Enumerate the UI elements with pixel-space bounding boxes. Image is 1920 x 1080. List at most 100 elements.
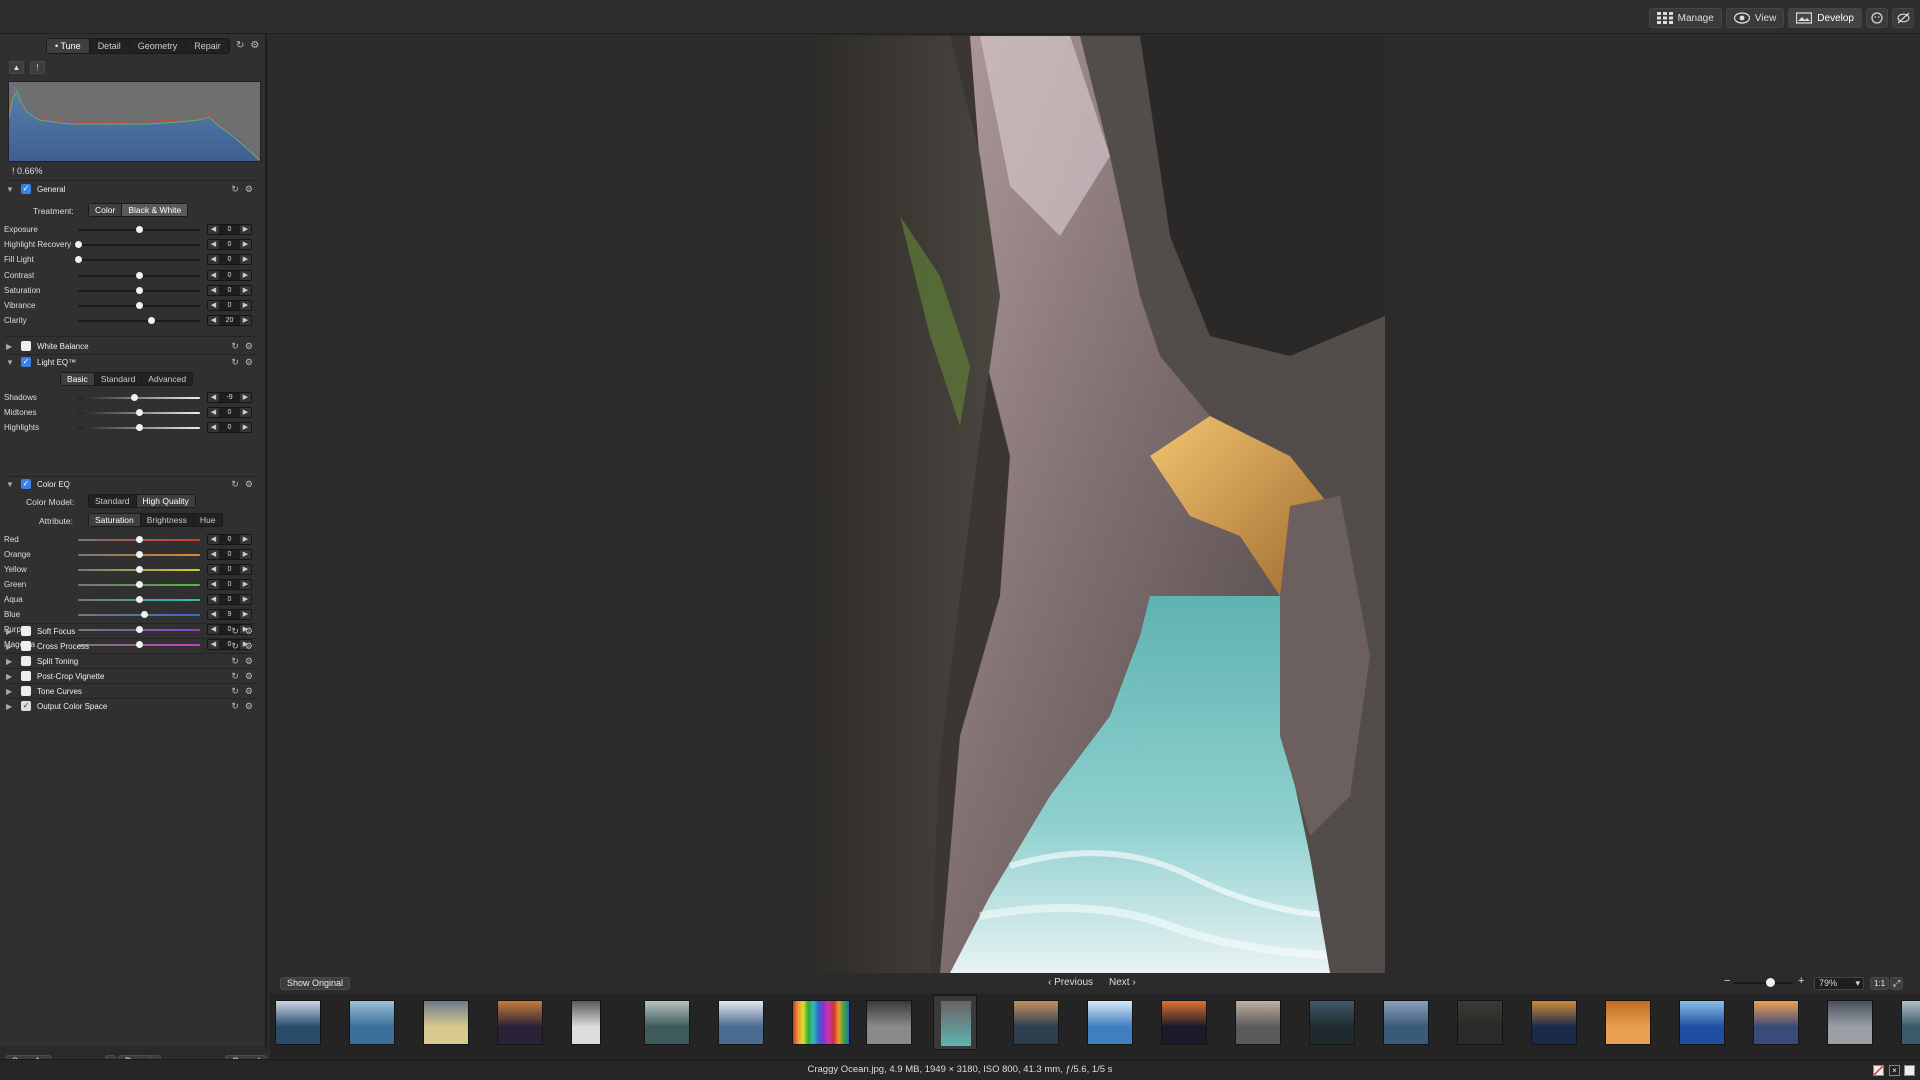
filmstrip-thumbnail[interactable] [1161,1000,1207,1045]
gear-icon[interactable]: ⚙ [245,641,253,652]
slider-thumb[interactable] [136,226,143,233]
reset-icon[interactable]: ↻ [231,656,239,667]
value-stepper[interactable]: ◀ 0 ▶ [207,594,252,605]
slider-value[interactable]: 0 [219,565,240,574]
show-original-button[interactable]: Show Original [280,977,351,990]
section-post-crop-vignette[interactable]: ▶ Post-Crop Vignette ↻ ⚙ [0,669,262,683]
tab-repair[interactable]: Repair [186,39,229,53]
disclosure-closed-icon[interactable]: ▶ [6,687,15,696]
decrement-icon[interactable]: ◀ [208,240,219,250]
value-stepper[interactable]: ◀ 0 ▶ [207,224,252,235]
reset-icon[interactable]: ↻ [231,671,239,682]
filmstrip-thumbnail[interactable] [1457,1000,1503,1045]
decrement-icon[interactable]: ◀ [208,255,219,265]
previous-button[interactable]: ‹ Previous [1048,977,1093,988]
filmstrip-thumbnail[interactable] [1753,1000,1799,1045]
actual-size-button[interactable]: 1:1 [1870,977,1890,990]
clip-highlight-indicator[interactable]: × [1889,1065,1900,1076]
section-checkbox[interactable] [21,686,31,696]
filmstrip-thumbnail[interactable] [349,1000,395,1045]
slider-yellow[interactable]: Yellow ◀ 0 ▶ [0,563,262,577]
section-tone-curves[interactable]: ▶ Tone Curves ↻ ⚙ [0,684,262,698]
increment-icon[interactable]: ▶ [240,301,251,310]
slider-thumb[interactable] [136,271,143,279]
increment-icon[interactable]: ▶ [240,316,251,326]
decrement-icon[interactable]: ◀ [208,270,219,280]
value-stepper[interactable]: ◀ -9 ▶ [207,392,252,403]
fit-button[interactable]: ⤢ [1890,977,1904,990]
section-split-toning[interactable]: ▶ Split Toning ↻ ⚙ [0,654,262,668]
section-cross-process[interactable]: ▶ Cross Process ↻ ⚙ [0,639,262,653]
treatment-bw[interactable]: Black & White [122,204,188,216]
section-output-color-space[interactable]: ▶ ✓ Output Color Space ↻ ⚙ [0,699,262,713]
image-viewer[interactable] [270,34,1920,973]
section-checkbox[interactable] [21,641,31,651]
color-model-standard[interactable]: Standard [89,495,137,507]
zoom-in-button[interactable]: + [1798,975,1804,987]
decrement-icon[interactable]: ◀ [208,535,219,544]
slider-clarity[interactable]: Clarity ◀ 20 ▶ [0,314,262,328]
gear-icon[interactable]: ⚙ [245,671,253,682]
attribute-saturation[interactable]: Saturation [89,514,141,526]
slider-value[interactable]: 0 [219,286,240,295]
value-stepper[interactable]: ◀ 0 ▶ [207,269,252,281]
reset-icon[interactable]: ↻ [231,341,239,352]
slider-thumb[interactable] [136,566,143,573]
filmstrip-thumbnail[interactable] [1235,1000,1281,1045]
increment-icon[interactable]: ▶ [240,225,251,234]
decrement-icon[interactable]: ◀ [208,550,219,559]
slider-thumb[interactable] [136,286,143,294]
section-soft-focus[interactable]: ▶ Soft Focus ↻ ⚙ [0,624,262,638]
increment-icon[interactable]: ▶ [240,408,251,417]
disclosure-closed-icon[interactable]: ▶ [6,672,15,681]
value-stepper[interactable]: ◀ 0 ▶ [207,407,252,418]
value-stepper[interactable]: ◀ 9 ▶ [207,609,252,620]
slider-value[interactable]: 0 [219,535,240,544]
gear-icon[interactable]: ⚙ [245,686,253,697]
value-stepper[interactable]: ◀ 0 ▶ [207,579,252,590]
slider-blue[interactable]: Blue ◀ 9 ▶ [0,608,262,622]
slider-thumb[interactable] [136,581,143,588]
filmstrip-thumbnail[interactable] [1531,1000,1577,1045]
next-button[interactable]: Next › [1109,977,1136,988]
slider-thumb[interactable] [140,611,148,618]
slider-contrast[interactable]: Contrast ◀ 0 ▶ [0,269,262,283]
increment-icon[interactable]: ▶ [240,240,251,250]
increment-icon[interactable]: ▶ [240,565,251,574]
filmstrip-thumbnail[interactable] [1013,1000,1059,1045]
slider-track[interactable] [78,614,200,616]
slider-thumb[interactable] [75,256,82,264]
hide-panels-button[interactable] [1892,8,1914,28]
disclosure-open-icon[interactable]: ▼ [6,480,15,489]
gear-icon[interactable]: ⚙ [245,341,253,352]
section-checkbox[interactable] [21,626,31,636]
increment-icon[interactable]: ▶ [240,610,251,619]
slider-red[interactable]: Red ◀ 0 ▶ [0,533,262,547]
filmstrip-thumbnail[interactable] [1087,1000,1133,1045]
disclosure-closed-icon[interactable]: ▶ [6,627,15,636]
increment-icon[interactable]: ▶ [240,255,251,265]
decrement-icon[interactable]: ◀ [208,285,219,295]
reset-icon[interactable]: ↻ [231,686,239,697]
attribute-brightness[interactable]: Brightness [141,514,194,526]
slider-highlights[interactable]: Highlights ◀ 0 ▶ [0,421,262,435]
zoom-out-button[interactable]: − [1724,975,1730,987]
filmstrip-thumbnail[interactable] [792,1000,850,1045]
increment-icon[interactable]: ▶ [240,393,251,402]
slider-track[interactable] [78,397,200,399]
reset-icon[interactable]: ↻ [231,479,239,490]
filmstrip-thumbnail[interactable] [1383,1000,1429,1045]
disclosure-open-icon[interactable]: ▼ [6,185,15,194]
value-stepper[interactable]: ◀ 0 ▶ [207,254,252,266]
section-checkbox[interactable] [21,656,31,666]
gear-icon[interactable]: ⚙ [245,656,253,667]
slider-aqua[interactable]: Aqua ◀ 0 ▶ [0,593,262,607]
tab-geometry[interactable]: Geometry [130,39,187,53]
decrement-icon[interactable]: ◀ [208,565,219,574]
value-stepper[interactable]: ◀ 0 ▶ [207,422,252,433]
zoom-select[interactable]: 79% ▾ [1814,977,1864,990]
slider-value[interactable]: 0 [219,423,240,432]
increment-icon[interactable]: ▶ [240,595,251,604]
increment-icon[interactable]: ▶ [240,550,251,559]
color-eq-checkbox[interactable]: ✓ [21,479,31,489]
